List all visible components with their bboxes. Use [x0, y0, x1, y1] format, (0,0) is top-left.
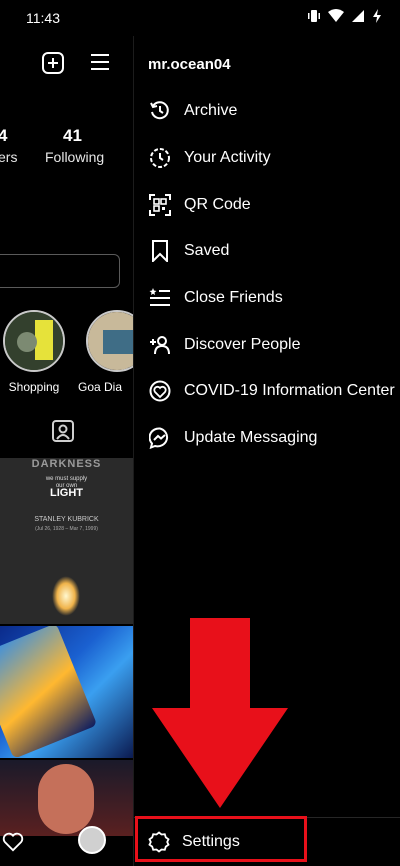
highlight-goa[interactable] [86, 310, 133, 372]
qr-code-icon [148, 193, 172, 217]
red-arrow-annotation [152, 618, 288, 808]
highlight-image [88, 312, 133, 370]
menu-item-your-activity[interactable]: Your Activity [134, 135, 400, 182]
messenger-icon [148, 426, 172, 450]
signal-icon [352, 10, 364, 22]
new-post-icon[interactable] [42, 52, 64, 74]
post-text: DARKNESS [31, 458, 102, 470]
menu-item-archive[interactable]: Archive [134, 88, 400, 135]
post-text: (Jul 26, 1928 – Mar 7, 1999) [35, 526, 98, 532]
post-text: we must supply [45, 476, 88, 482]
menu-label: QR Code [184, 195, 251, 213]
menu-label: COVID-19 Information Center [184, 382, 395, 400]
status-bar: 11:43 [0, 0, 400, 36]
menu-item-saved[interactable]: Saved [134, 228, 400, 275]
following-count: 41 [63, 126, 82, 145]
menu-item-close-friends[interactable]: Close Friends [134, 275, 400, 322]
settings-highlight-box [135, 816, 307, 862]
post-portrait[interactable] [0, 760, 133, 836]
menu-label: Discover People [184, 335, 301, 353]
bookmark-icon [148, 239, 172, 263]
highlight-label-shopping: Shopping [8, 380, 60, 394]
menu-item-update-messaging[interactable]: Update Messaging [134, 415, 400, 462]
menu-item-qr-code[interactable]: QR Code [134, 181, 400, 228]
profile-background: 4 ers 41 Following Shopping Goa Dia DARK… [0, 36, 133, 866]
status-time: 11:43 [26, 10, 60, 26]
portrait-face [38, 764, 94, 834]
add-person-icon [148, 333, 172, 357]
followers-label: ers [0, 149, 18, 165]
battery-charging-icon [373, 9, 381, 23]
profile-avatar[interactable] [78, 826, 106, 854]
menu-label: Saved [184, 242, 230, 260]
menu-icon[interactable] [90, 53, 110, 71]
covid-info-icon [148, 379, 172, 403]
bulb-glow [52, 576, 80, 616]
status-icons [307, 9, 382, 23]
vibrate-icon [308, 10, 320, 22]
highlight-shopping[interactable] [3, 310, 65, 372]
highlight-image [5, 312, 63, 370]
post-text: STANLEY KUBRICK [34, 516, 99, 523]
menu-item-covid-info[interactable]: COVID-19 Information Center [134, 368, 400, 415]
phone-shape [0, 626, 98, 758]
activity-icon [148, 146, 172, 170]
drawer-username: mr.ocean04 [148, 56, 231, 73]
drawer-menu: Archive Your Activity QR Code Saved Clos… [134, 88, 400, 462]
archive-icon [148, 99, 172, 123]
following-label[interactable]: Following [45, 149, 104, 165]
followers-count: 4 [0, 126, 8, 145]
menu-label: Close Friends [184, 289, 283, 307]
highlight-label-goa: Goa Dia [78, 380, 123, 394]
wifi-icon [328, 9, 344, 22]
menu-label: Update Messaging [184, 429, 318, 447]
post-quote[interactable]: DARKNESS we must supply our own LIGHT ST… [0, 458, 133, 624]
close-friends-icon [148, 286, 172, 310]
post-phone[interactable] [0, 626, 133, 758]
menu-label: Your Activity [184, 149, 271, 167]
menu-label: Archive [184, 102, 238, 120]
tagged-posts-icon[interactable] [52, 420, 74, 442]
heart-icon[interactable] [2, 832, 24, 852]
menu-item-discover-people[interactable]: Discover People [134, 321, 400, 368]
edit-profile-button[interactable] [0, 254, 120, 288]
post-text: LIGHT [50, 487, 83, 499]
